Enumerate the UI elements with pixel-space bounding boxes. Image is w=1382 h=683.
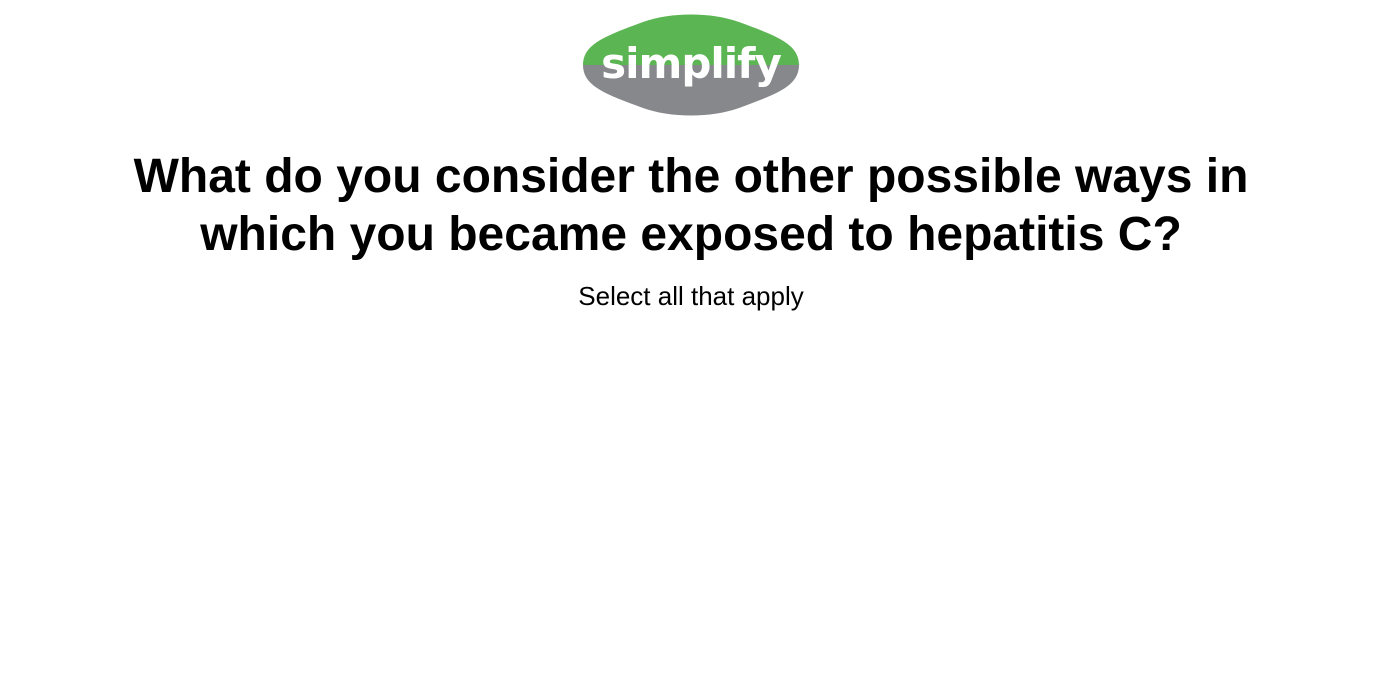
question-title: What do you consider the other possible … [133, 150, 1249, 261]
logo-wordmark: simplify [601, 39, 781, 88]
question-instruction: Select all that apply [578, 281, 804, 311]
survey-page: simplify What do you consider the other … [0, 0, 1382, 683]
simplify-logo: simplify [583, 10, 799, 120]
